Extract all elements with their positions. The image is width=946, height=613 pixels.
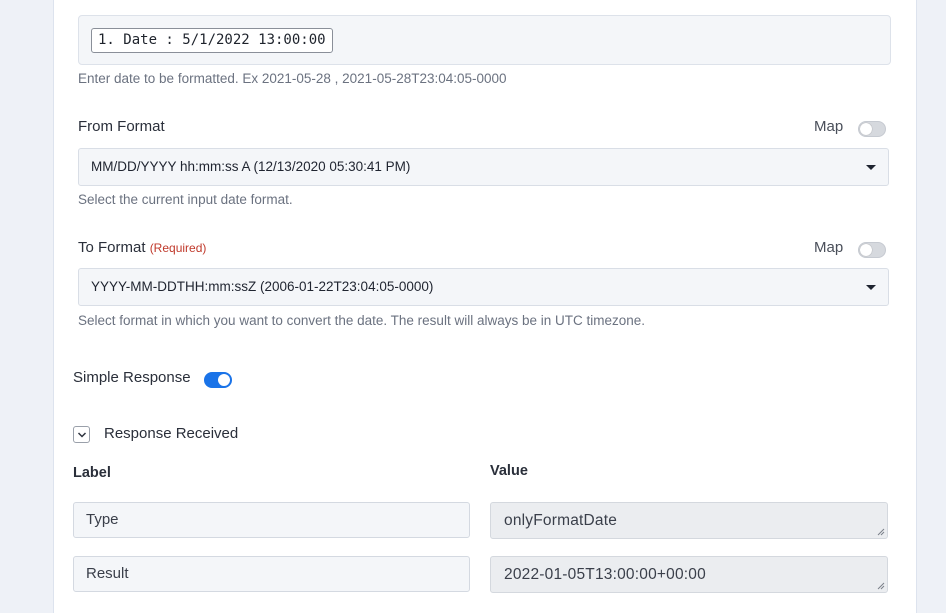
collapse-button[interactable]	[73, 426, 90, 443]
label-column-header: Label	[73, 465, 111, 481]
date-mapped-chip[interactable]: 1. Date : 5/1/2022 13:00:00	[91, 28, 333, 53]
response-value-field[interactable]: 2022-01-05T13:00:00+00:00	[490, 556, 888, 593]
response-value-text: onlyFormatDate	[504, 512, 618, 529]
simple-response-label: Simple Response	[73, 369, 191, 386]
response-label-text: Type	[86, 511, 119, 528]
from-format-map-toggle[interactable]	[858, 121, 886, 137]
response-value-field[interactable]: onlyFormatDate	[490, 502, 888, 539]
value-column-header: Value	[490, 463, 528, 479]
date-input-hint: Enter date to be formatted. Ex 2021-05-2…	[78, 71, 507, 86]
from-format-hint: Select the current input date format.	[78, 192, 293, 207]
caret-down-icon	[866, 165, 876, 170]
from-format-map-label: Map	[814, 118, 844, 135]
response-label-field[interactable]: Type	[73, 502, 470, 538]
to-format-label-row: To Format (Required)	[78, 239, 206, 256]
to-format-select[interactable]: YYYY-MM-DDTHH:mm:ssZ (2006-01-22T23:04:0…	[78, 268, 889, 306]
caret-down-icon	[866, 285, 876, 290]
from-format-select[interactable]: MM/DD/YYYY hh:mm:ss A (12/13/2020 05:30:…	[78, 148, 889, 186]
to-format-map-toggle[interactable]	[858, 242, 886, 258]
simple-response-toggle[interactable]	[204, 372, 232, 388]
response-label-field[interactable]: Result	[73, 556, 470, 592]
chevron-down-icon	[77, 432, 87, 438]
toggle-knob	[860, 244, 872, 256]
resize-grip-icon[interactable]	[877, 528, 885, 536]
response-received-title: Response Received	[104, 425, 239, 442]
toggle-knob	[218, 374, 230, 386]
resize-grip-icon[interactable]	[877, 582, 885, 590]
to-format-map-label: Map	[814, 239, 844, 256]
toggle-knob	[860, 123, 872, 135]
date-input-box[interactable]: 1. Date : 5/1/2022 13:00:00	[78, 15, 891, 65]
to-format-selected: YYYY-MM-DDTHH:mm:ssZ (2006-01-22T23:04:0…	[91, 279, 434, 294]
from-format-selected: MM/DD/YYYY hh:mm:ss A (12/13/2020 05:30:…	[91, 159, 411, 174]
from-format-label: From Format	[78, 118, 165, 135]
required-indicator: (Required)	[149, 241, 207, 255]
response-label-text: Result	[86, 565, 129, 582]
response-value-text: 2022-01-05T13:00:00+00:00	[504, 566, 706, 583]
to-format-hint: Select format in which you want to conve…	[78, 313, 646, 328]
to-format-label: To Format	[78, 239, 146, 256]
